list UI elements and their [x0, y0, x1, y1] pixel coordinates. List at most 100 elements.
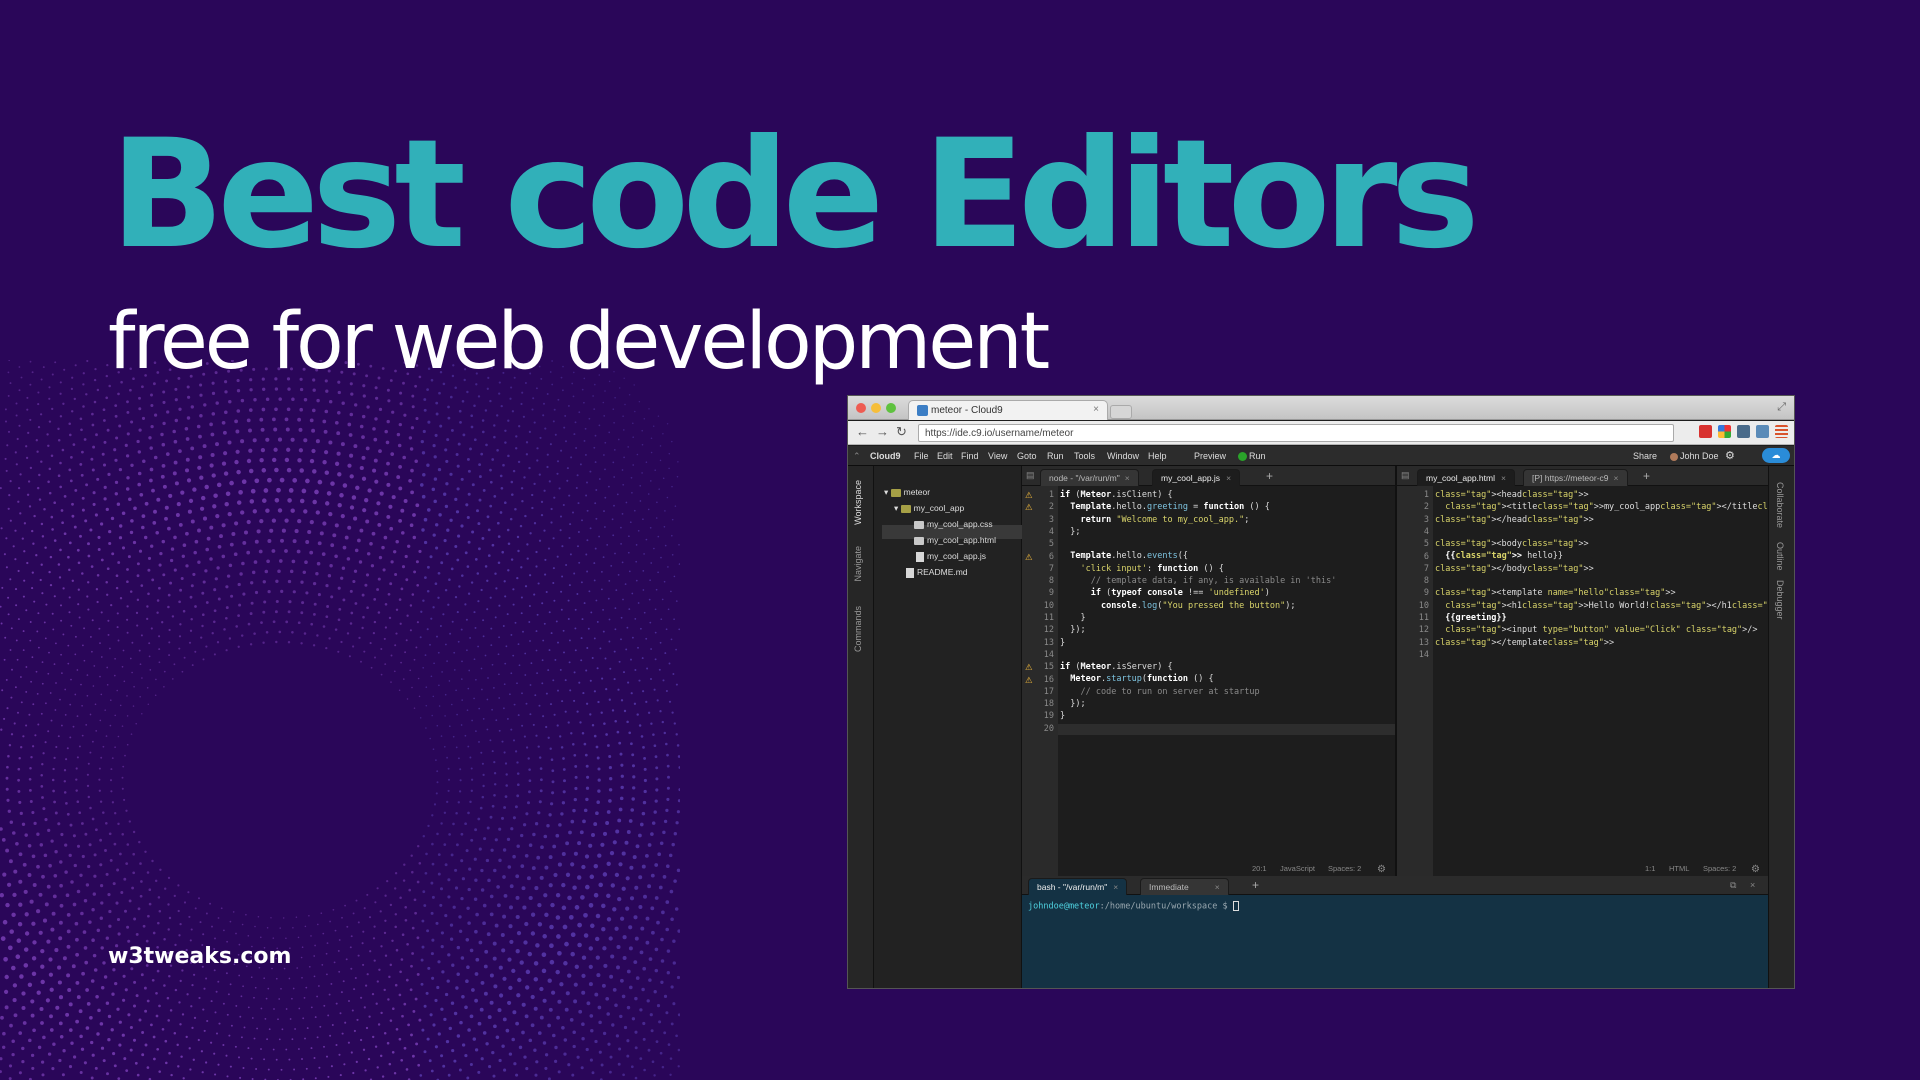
pattern-dot [326, 1055, 328, 1058]
pattern-dot [669, 1057, 673, 1060]
pattern-dot [614, 872, 620, 878]
pattern-dot [150, 627, 153, 630]
tab-workspace[interactable]: Workspace [853, 480, 863, 525]
new-tab-button[interactable] [1110, 405, 1132, 419]
tree-file-js[interactable]: my_cool_app.js [916, 551, 986, 562]
run-button[interactable]: Run [1238, 451, 1266, 462]
browser-tab[interactable]: meteor - Cloud9 × [908, 400, 1108, 420]
close-tab-icon[interactable]: × [1093, 404, 1099, 415]
maximize-panel-icon[interactable]: ⧉ [1730, 880, 1736, 891]
tab-preview[interactable]: [P] https://meteor-c9 × [1523, 469, 1628, 486]
tab-node-process[interactable]: node - "/var/run/m" × [1040, 469, 1139, 486]
menu-file[interactable]: File [914, 451, 929, 461]
pattern-dot [602, 946, 607, 951]
close-tab-icon[interactable]: × [1125, 473, 1130, 483]
menu-find[interactable]: Find [961, 451, 979, 461]
tree-file-css[interactable]: my_cool_app.css [914, 519, 993, 529]
pattern-dot [659, 1051, 663, 1055]
extension-camera-icon[interactable] [1737, 425, 1750, 438]
menu-goto[interactable]: Goto [1017, 451, 1037, 461]
menu-edit[interactable]: Edit [937, 451, 953, 461]
settings-icon[interactable]: ⚙ [1377, 864, 1386, 875]
plus-icon[interactable]: + [1266, 469, 1273, 483]
pattern-dot [178, 522, 183, 527]
pattern-dot [533, 1006, 538, 1011]
tree-root[interactable]: ▾ meteor [884, 487, 930, 498]
extension-red-icon[interactable] [1699, 425, 1712, 438]
pattern-dot [80, 683, 82, 686]
pattern-dot [444, 448, 448, 452]
pattern-dot [213, 620, 216, 624]
fullscreen-icon[interactable]: ⤢ [1777, 401, 1786, 414]
pattern-dot [152, 521, 157, 525]
pattern-dot [469, 1014, 474, 1019]
pattern-dot [603, 526, 606, 528]
js-editor[interactable]: ⚠ ⚠ ⚠ ⚠ ⚠ 1 2 3 4 5 6 7 8 9 10 11 12 13 14 15 16 17 18 19 20 if… [1022, 486, 1395, 876]
pattern-dot [91, 907, 95, 912]
menu-tools[interactable]: Tools [1074, 451, 1095, 461]
extension-cast-icon[interactable] [1756, 425, 1769, 438]
html-spaces[interactable]: Spaces: 2 [1703, 864, 1736, 873]
js-spaces[interactable]: Spaces: 2 [1328, 864, 1361, 873]
tab-debugger[interactable]: Debugger [1775, 580, 1785, 620]
tab-outline[interactable]: Outline [1775, 542, 1785, 571]
cloud-icon[interactable]: ☁ [1762, 448, 1790, 463]
extension-pinwheel-icon[interactable] [1718, 425, 1731, 438]
settings-icon[interactable]: ⚙ [1725, 449, 1735, 462]
html-code-line: class="tag"><bodyclass="tag">> [1435, 539, 1589, 550]
menubar-toggle-icon[interactable]: ⌃ [853, 451, 861, 462]
close-window-button[interactable] [856, 403, 866, 413]
plus-icon[interactable]: + [1643, 469, 1650, 483]
menu-view[interactable]: View [988, 451, 1007, 461]
html-language[interactable]: HTML [1669, 864, 1689, 873]
user-menu[interactable]: John Doe [1670, 451, 1719, 461]
pattern-dot [330, 982, 333, 985]
tree-file-html[interactable]: my_cool_app.html [914, 535, 996, 545]
plus-icon[interactable]: + [1252, 878, 1259, 892]
tab-my-cool-app-html[interactable]: my_cool_app.html × [1417, 469, 1515, 486]
terminal-panel[interactable]: bash - "/var/run/m" × Immediate × + ⧉ × jo… [1022, 876, 1768, 988]
close-tab-icon[interactable]: × [1614, 473, 1619, 483]
pattern-dot [643, 756, 647, 760]
panel-menu-icon[interactable]: ▤ [1401, 470, 1410, 481]
share-button[interactable]: Share [1633, 451, 1657, 461]
js-code-line: // code to run on server at startup [1080, 686, 1260, 697]
pattern-dot [330, 1065, 333, 1068]
close-tab-icon[interactable]: × [1215, 882, 1220, 892]
pattern-dot [522, 630, 524, 633]
tree-folder[interactable]: ▾ my_cool_app [894, 503, 964, 514]
close-tab-icon[interactable]: × [1501, 473, 1506, 483]
settings-icon[interactable]: ⚙ [1751, 864, 1760, 875]
pattern-dot [31, 1066, 35, 1070]
pattern-dot [19, 811, 23, 816]
forward-button[interactable]: → [876, 425, 889, 439]
pattern-dot [403, 413, 407, 417]
menu-cloud9[interactable]: Cloud9 [870, 451, 901, 461]
html-editor[interactable]: 1 2 3 4 5 6 7 8 9 10 11 12 13 14 class="tag"><headcla… [1397, 486, 1794, 876]
minimize-window-button[interactable] [871, 403, 881, 413]
preview-button[interactable]: Preview [1194, 451, 1226, 461]
tab-collaborate[interactable]: Collaborate [1775, 482, 1785, 528]
tab-immediate[interactable]: Immediate × [1140, 878, 1229, 895]
close-panel-icon[interactable]: × [1750, 880, 1755, 890]
tab-bash[interactable]: bash - "/var/run/m" × [1028, 878, 1128, 895]
js-language[interactable]: JavaScript [1280, 864, 1315, 873]
panel-menu-icon[interactable]: ▤ [1026, 470, 1035, 481]
menu-icon[interactable] [1775, 425, 1788, 438]
menu-help[interactable]: Help [1148, 451, 1167, 461]
tree-readme[interactable]: README.md [906, 567, 968, 578]
tab-my-cool-app-js[interactable]: my_cool_app.js × [1152, 469, 1241, 486]
tab-navigate[interactable]: Navigate [853, 546, 863, 582]
address-bar[interactable]: https://ide.c9.io/username/meteor [918, 424, 1674, 442]
maximize-window-button[interactable] [886, 403, 896, 413]
tab-commands[interactable]: Commands [853, 606, 863, 652]
pattern-dot [354, 602, 358, 605]
reload-button[interactable]: ↻ [896, 425, 907, 439]
menu-window[interactable]: Window [1107, 451, 1139, 461]
close-tab-icon[interactable]: × [1113, 882, 1118, 892]
pattern-dot [103, 497, 107, 501]
menu-run[interactable]: Run [1047, 451, 1064, 461]
close-tab-icon[interactable]: × [1226, 473, 1231, 483]
pattern-dot [76, 756, 79, 759]
back-button[interactable]: ← [856, 425, 869, 439]
